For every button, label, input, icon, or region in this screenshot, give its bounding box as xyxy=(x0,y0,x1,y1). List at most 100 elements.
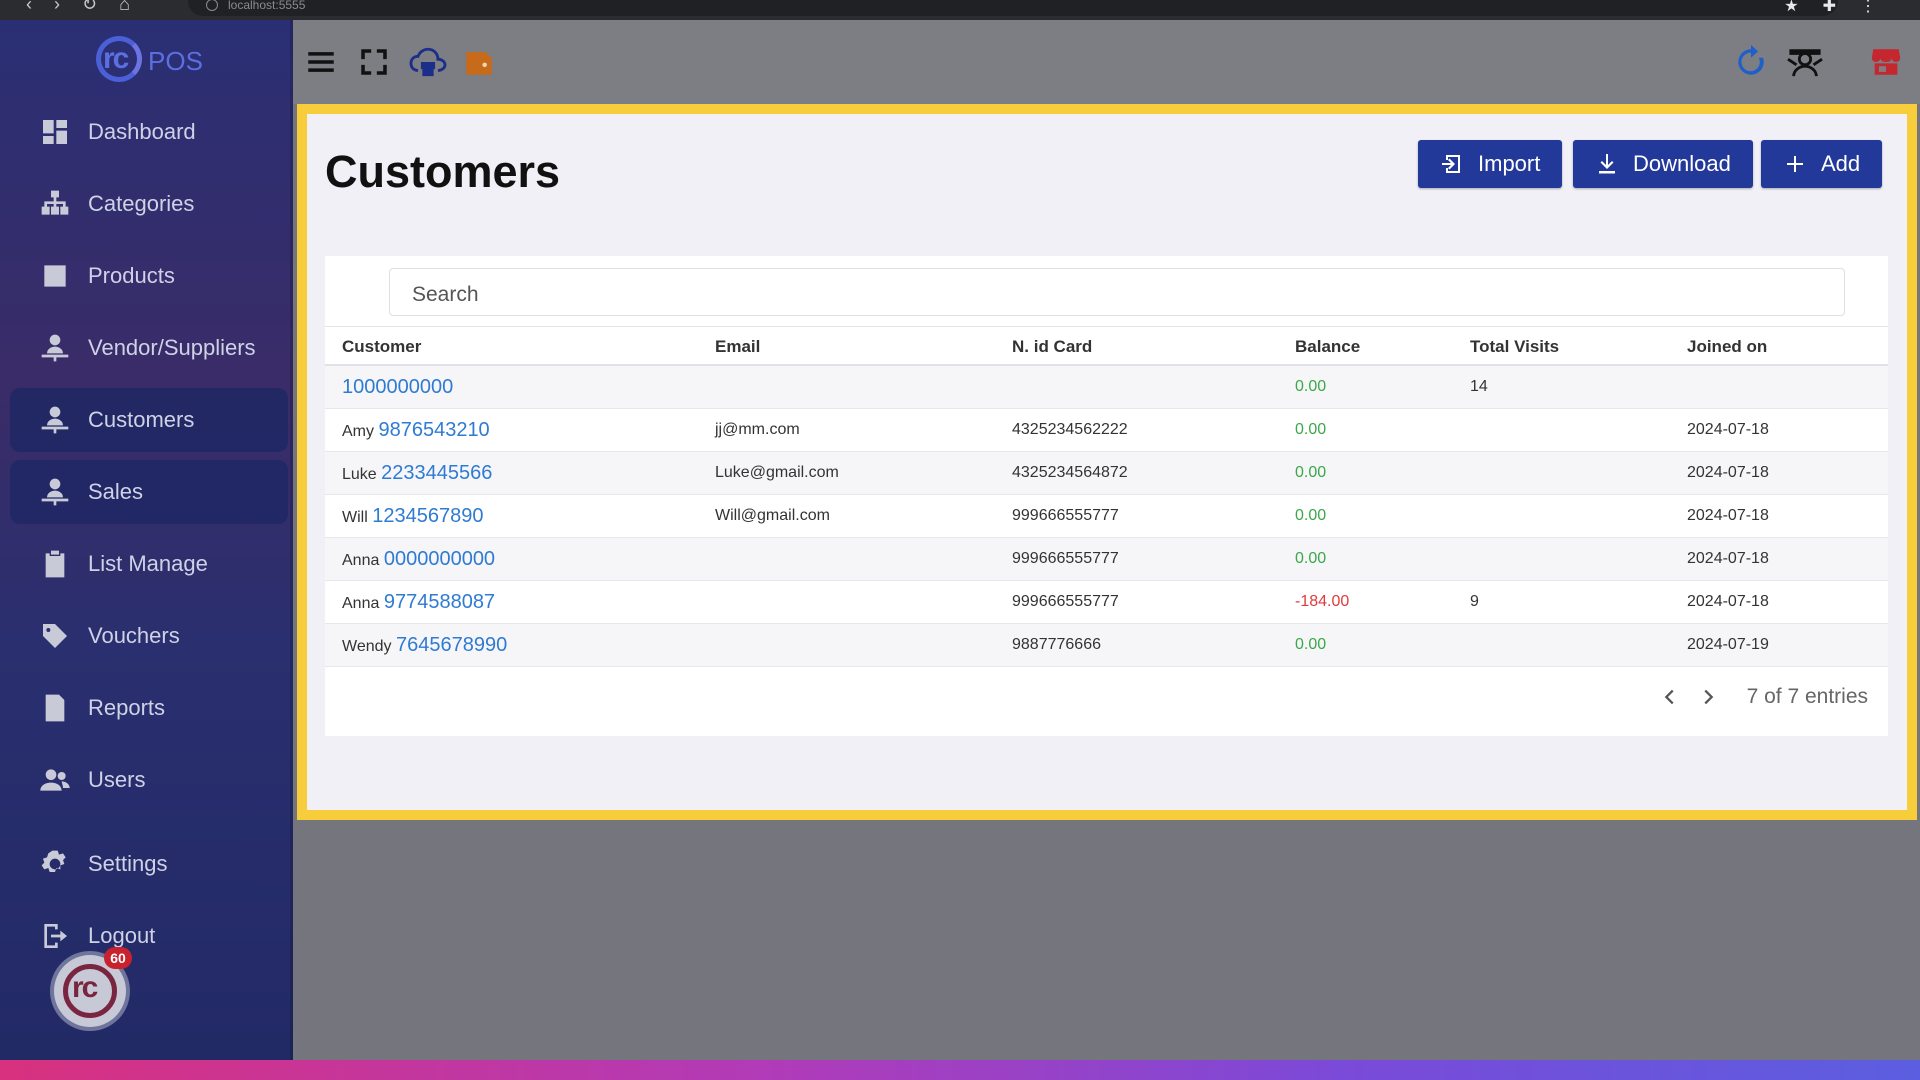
customer-cell: Will 1234567890 xyxy=(342,495,483,539)
email-cell: Luke@gmail.com xyxy=(715,464,839,481)
balance-cell: 0.00 xyxy=(1295,507,1327,524)
import-button-label: Import xyxy=(1478,151,1541,176)
id-card-cell: 999666555777 xyxy=(1012,507,1119,524)
person-desk-icon xyxy=(38,475,72,509)
sidebar-item-dashboard[interactable]: Dashboard xyxy=(10,100,288,164)
customer-phone-link[interactable]: 9774588087 xyxy=(384,591,495,613)
sidebar-item-label: Sales xyxy=(88,479,144,504)
import-button[interactable]: Import xyxy=(1418,140,1563,188)
sidebar-item-categories[interactable]: Categories xyxy=(10,172,288,236)
sidebar-item-list-manage[interactable]: List Manage xyxy=(10,532,288,596)
import-icon xyxy=(1442,155,1460,173)
visits-cell: 14 xyxy=(1470,378,1488,395)
fullscreen-icon[interactable] xyxy=(356,44,392,80)
badge-logo-text: rc xyxy=(72,971,98,1004)
sidebar-item-customers[interactable]: Customers xyxy=(10,388,288,452)
logout-icon xyxy=(38,919,72,953)
sidebar-item-label: Products xyxy=(88,263,175,288)
balance-cell: 0.00 xyxy=(1295,464,1327,481)
joined-cell: 2024-07-18 xyxy=(1687,550,1769,567)
joined-cell: 2024-07-18 xyxy=(1687,464,1769,481)
table-row[interactable]: Luke 2233445566 Luke@gmail.com 432523456… xyxy=(325,452,1888,495)
cashier-icon[interactable] xyxy=(1783,44,1827,80)
customer-phone-link[interactable]: 9876543210 xyxy=(378,419,489,441)
tag-icon xyxy=(38,619,72,653)
sidebar-item-settings[interactable]: Settings xyxy=(10,832,288,896)
email-cell: Will@gmail.com xyxy=(715,507,830,524)
sidebar-item-reports[interactable]: Reports xyxy=(10,676,288,740)
wallet-icon[interactable] xyxy=(461,44,497,80)
add-button[interactable]: Add xyxy=(1761,140,1883,188)
page-title: Customers xyxy=(325,146,561,197)
balance-cell: -184.00 xyxy=(1295,593,1350,610)
plus-icon xyxy=(1787,156,1803,172)
pagination: 7 of 7 entries xyxy=(1657,684,1868,710)
download-button[interactable]: Download xyxy=(1573,140,1753,188)
balance-cell: 0.00 xyxy=(1295,378,1327,395)
download-button-label: Download xyxy=(1633,151,1731,176)
address-bar[interactable]: localhost:5555 xyxy=(188,0,1838,16)
sidebar-item-label: Users xyxy=(88,767,146,792)
sidebar-item-label: Vendor/Suppliers xyxy=(88,335,256,360)
sidebar-item-vouchers[interactable]: Vouchers xyxy=(10,604,288,668)
customer-phone-link[interactable]: 2233445566 xyxy=(381,462,492,484)
person-desk-icon xyxy=(38,331,72,365)
chevron-left-icon[interactable] xyxy=(1657,684,1683,710)
sidebar-item-users[interactable]: Users xyxy=(10,748,288,812)
app-logo[interactable]: rc POS xyxy=(96,34,206,84)
joined-cell: 2024-07-18 xyxy=(1687,507,1769,524)
store-icon[interactable] xyxy=(1868,44,1904,80)
customer-phone-link[interactable]: 1000000000 xyxy=(342,376,453,398)
menu-icon[interactable] xyxy=(303,44,339,80)
sidebar: rc POS Dashboard Categories Products Ven… xyxy=(0,20,293,1060)
table-row[interactable]: Anna 0000000000 999666555777 0.00 2024-0… xyxy=(325,538,1888,581)
customer-name: Amy xyxy=(342,423,374,440)
sidebar-item-sales[interactable]: Sales xyxy=(10,460,288,524)
add-button-label: Add xyxy=(1821,151,1861,176)
notification-count: 60 xyxy=(104,947,132,969)
column-header-balance[interactable]: Balance xyxy=(1295,327,1360,367)
column-header-total-visits[interactable]: Total Visits xyxy=(1470,327,1559,367)
customer-cell: Anna 0000000000 xyxy=(342,538,495,582)
sidebar-item-logout[interactable]: Logout xyxy=(10,904,288,968)
gear-icon xyxy=(38,847,72,881)
customer-phone-link[interactable]: 0000000000 xyxy=(384,548,495,570)
search-input[interactable]: Search xyxy=(389,268,1845,316)
table-row[interactable]: Will 1234567890 Will@gmail.com 999666555… xyxy=(325,495,1888,538)
sidebar-menu: Dashboard Categories Products Vendor/Sup… xyxy=(10,100,288,976)
sidebar-item-products[interactable]: Products xyxy=(10,244,288,308)
id-card-cell: 999666555777 xyxy=(1012,593,1119,610)
users-icon xyxy=(38,763,72,797)
table-row[interactable]: 1000000000 0.00 14 xyxy=(325,366,1888,409)
balance-cell: 0.00 xyxy=(1295,421,1327,438)
column-header-id-card[interactable]: N. id Card xyxy=(1012,327,1092,367)
customer-phone-link[interactable]: 7645678990 xyxy=(396,634,507,656)
pagination-summary: 7 of 7 entries xyxy=(1746,685,1868,708)
table-row[interactable]: Wendy 7645678990 9887776666 0.00 2024-07… xyxy=(325,624,1888,667)
sidebar-item-label: Dashboard xyxy=(88,119,196,144)
cloud-print-icon[interactable] xyxy=(406,44,450,80)
table-header: Customer Email N. id Card Balance Total … xyxy=(325,326,1888,366)
column-header-customer[interactable]: Customer xyxy=(342,327,421,367)
floating-chat-badge[interactable]: rc 60 xyxy=(54,947,132,1027)
download-icon xyxy=(1599,154,1615,174)
sidebar-item-label: Customers xyxy=(88,407,195,432)
joined-cell: 2024-07-18 xyxy=(1687,421,1769,438)
customer-phone-link[interactable]: 1234567890 xyxy=(372,505,483,527)
customer-cell: Luke 2233445566 xyxy=(342,452,492,496)
browser-nav-icons[interactable]: ‹›↻⌂ xyxy=(26,0,152,15)
sync-icon[interactable] xyxy=(1733,44,1769,80)
customer-name: Anna xyxy=(342,595,380,612)
table-row[interactable]: Anna 9774588087 999666555777 -184.00 9 2… xyxy=(325,581,1888,624)
column-header-joined-on[interactable]: Joined on xyxy=(1687,327,1767,367)
column-header-email[interactable]: Email xyxy=(715,327,760,367)
table-row[interactable]: Amy 9876543210 jj@mm.com 4325234562222 0… xyxy=(325,409,1888,452)
id-card-cell: 9887776666 xyxy=(1012,636,1101,653)
sidebar-item-vendors[interactable]: Vendor/Suppliers xyxy=(10,316,288,380)
browser-bar: ‹›↻⌂ localhost:5555 ★✚⋮ xyxy=(0,0,1920,20)
product-box-icon xyxy=(38,259,72,293)
dashboard-icon xyxy=(38,115,72,149)
chevron-right-icon[interactable] xyxy=(1695,684,1721,710)
document-icon xyxy=(38,691,72,725)
browser-actions[interactable]: ★✚⋮ xyxy=(1784,0,1900,16)
